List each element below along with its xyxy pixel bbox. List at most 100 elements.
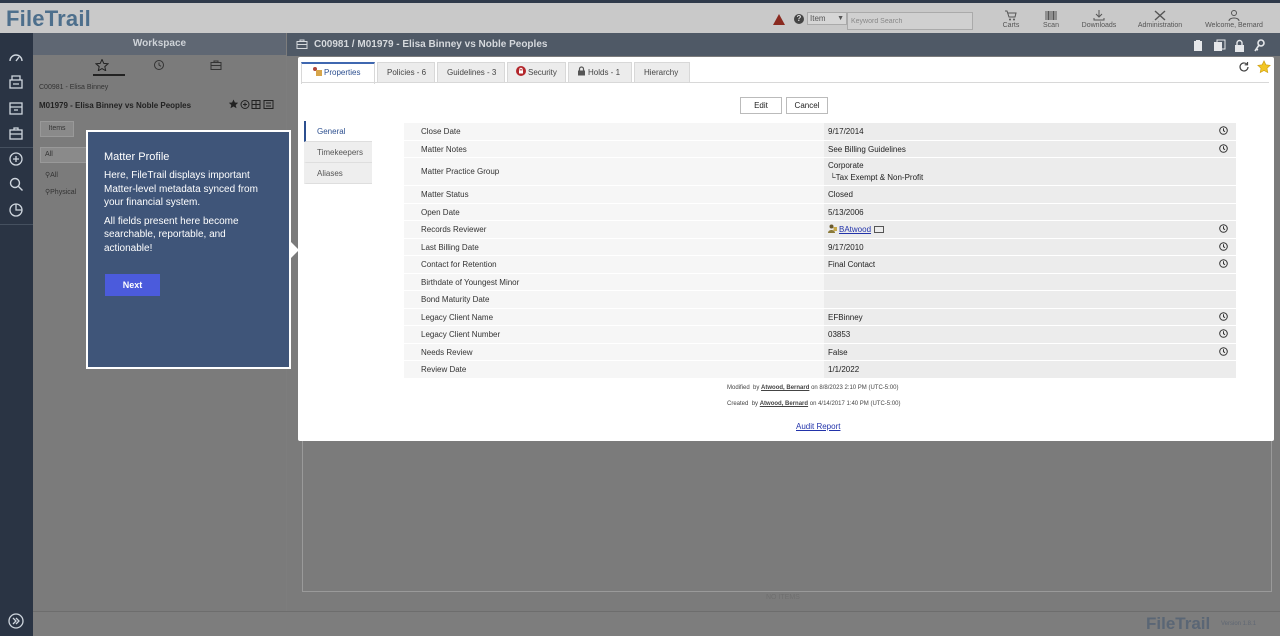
carts-label: Carts <box>1002 22 1020 29</box>
property-label: Contact for Retention <box>404 256 824 273</box>
tab-properties[interactable]: Properties <box>301 62 375 84</box>
property-label: Bond Maturity Date <box>404 291 824 308</box>
properties-side-nav: General Timekeepers Aliases <box>304 121 372 184</box>
history-clock-icon[interactable] <box>1219 259 1228 268</box>
property-value-text: Closed <box>828 190 853 199</box>
property-value: 5/13/2006 <box>824 203 1236 220</box>
property-row: Legacy Client Number 03853 <box>404 326 1236 344</box>
property-value: BAtwood <box>824 221 1236 238</box>
app-logo[interactable]: FileTrail <box>6 6 91 32</box>
tab-holds-label: Holds - 1 <box>588 68 621 77</box>
administration-label: Administration <box>1137 22 1183 29</box>
modified-on: on <box>811 385 818 391</box>
downloads-button[interactable]: Downloads <box>1076 10 1122 29</box>
history-clock-icon[interactable] <box>1219 224 1228 233</box>
property-label: Needs Review <box>404 343 824 360</box>
help-icon[interactable]: ? <box>794 14 804 24</box>
items-tab[interactable]: Items <box>40 121 74 137</box>
history-clock-icon[interactable] <box>1219 143 1228 153</box>
side-nav-general[interactable]: General <box>304 121 372 142</box>
property-value-text: Corporate <box>828 161 864 170</box>
history-clock-icon[interactable] <box>1219 329 1228 338</box>
security-shield-icon <box>516 66 526 76</box>
history-clock-icon[interactable] <box>1219 241 1228 251</box>
add-circle-icon[interactable] <box>8 151 24 167</box>
tab-hierarchy[interactable]: Hierarchy <box>634 62 690 82</box>
property-value-text: 9/17/2010 <box>828 242 864 252</box>
property-row: Legacy Client Name EFBinney <box>404 308 1236 326</box>
edit-button[interactable]: Edit <box>740 97 782 114</box>
workspace-title: Workspace <box>33 33 286 55</box>
created-time: 4/14/2017 1:40 PM (UTC-5:00) <box>818 401 901 407</box>
tree-node-physical[interactable]: ⚲Physical <box>45 188 76 196</box>
downloads-label: Downloads <box>1081 22 1117 29</box>
property-value-text: 03853 <box>828 330 851 339</box>
favorites-star-icon[interactable] <box>95 59 109 71</box>
property-row: Matter Practice Group Corporate └Tax Exe… <box>404 158 1236 186</box>
history-clock-icon[interactable] <box>1219 346 1228 356</box>
workspace-matter[interactable]: M01979 - Elisa Binney vs Noble Peoples <box>39 101 191 110</box>
list-icon <box>263 100 274 109</box>
tree-node-all[interactable]: ⚲All <box>45 171 58 179</box>
keyword-search-input[interactable] <box>847 12 973 30</box>
tour-next-button[interactable]: Next <box>105 274 160 296</box>
tab-security[interactable]: Security <box>507 62 566 82</box>
user-menu-button[interactable]: Welcome, Bernard <box>1200 10 1268 29</box>
created-user-link[interactable]: Atwood, Bernard <box>760 401 808 407</box>
email-icon[interactable] <box>874 226 885 233</box>
expand-rail-icon[interactable] <box>8 613 24 629</box>
workspace-client[interactable]: C00981 - Elisa Binney <box>39 84 108 91</box>
user-icon <box>1228 10 1240 21</box>
search-icon[interactable] <box>8 176 24 192</box>
search-type-value: Item <box>810 14 826 23</box>
property-row: Last Billing Date 9/17/2010 <box>404 238 1236 256</box>
refresh-icon[interactable] <box>1238 61 1250 73</box>
property-row: Review Date 1/1/2022 <box>404 361 1236 379</box>
briefcase-icon[interactable] <box>8 125 24 141</box>
records-reviewer-link[interactable]: BAtwood <box>839 225 871 234</box>
history-icon[interactable] <box>152 59 166 71</box>
side-nav-timekeepers[interactable]: Timekeepers <box>304 142 372 163</box>
carts-button[interactable]: Carts <box>1000 10 1022 29</box>
reports-pie-icon[interactable] <box>8 202 24 218</box>
alert-icon[interactable] <box>773 14 785 25</box>
history-clock-icon[interactable] <box>1219 126 1228 135</box>
tree-node-all-label: All <box>50 172 58 179</box>
download-icon <box>1093 10 1105 21</box>
history-clock-icon[interactable] <box>1219 311 1228 321</box>
property-value-text: False <box>828 347 848 357</box>
side-nav-aliases[interactable]: Aliases <box>304 163 372 184</box>
dashboard-icon[interactable] <box>8 50 24 66</box>
left-nav-rail <box>0 33 33 636</box>
administration-button[interactable]: Administration <box>1132 10 1188 29</box>
created-by: by <box>751 401 759 407</box>
cancel-button[interactable]: Cancel <box>786 97 828 114</box>
cabinet-icon[interactable] <box>8 74 24 90</box>
property-value: See Billing Guidelines <box>824 140 1236 157</box>
audit-report-link[interactable]: Audit Report <box>796 422 840 431</box>
lock-icon <box>578 66 585 76</box>
scan-button[interactable]: Scan <box>1040 10 1062 29</box>
box-icon[interactable] <box>8 100 24 116</box>
chevron-down-icon: ▼ <box>837 15 844 22</box>
tab-policies[interactable]: Policies - 6 <box>377 62 435 82</box>
welcome-label: Welcome, Bernard <box>1205 22 1263 29</box>
modified-prefix: Modified <box>727 385 750 391</box>
property-row: Contact for Retention Final Contact <box>404 256 1236 274</box>
tab-holds[interactable]: Holds - 1 <box>568 62 632 82</box>
barcode-icon <box>1045 11 1057 20</box>
tour-popover: Matter Profile Here, FileTrail displays … <box>86 130 299 369</box>
search-type-select[interactable]: Item ▼ <box>807 12 847 25</box>
property-label: Close Date <box>404 123 824 140</box>
tab-guidelines[interactable]: Guidelines - 3 <box>437 62 505 82</box>
favorite-star-icon[interactable] <box>1257 60 1271 74</box>
tour-paragraph: Here, FileTrail displays important Matte… <box>104 170 258 208</box>
modified-time: 8/8/2023 2:10 PM (UTC-5:00) <box>819 385 899 391</box>
briefcase-icon[interactable] <box>209 59 223 71</box>
property-value-text: 1/1/2022 <box>828 365 860 374</box>
matter-tools <box>228 99 276 112</box>
modified-user-link[interactable]: Atwood, Bernard <box>761 385 809 391</box>
workspace-tabs <box>33 55 286 76</box>
property-label: Review Date <box>404 361 824 378</box>
created-on: on <box>809 401 817 407</box>
